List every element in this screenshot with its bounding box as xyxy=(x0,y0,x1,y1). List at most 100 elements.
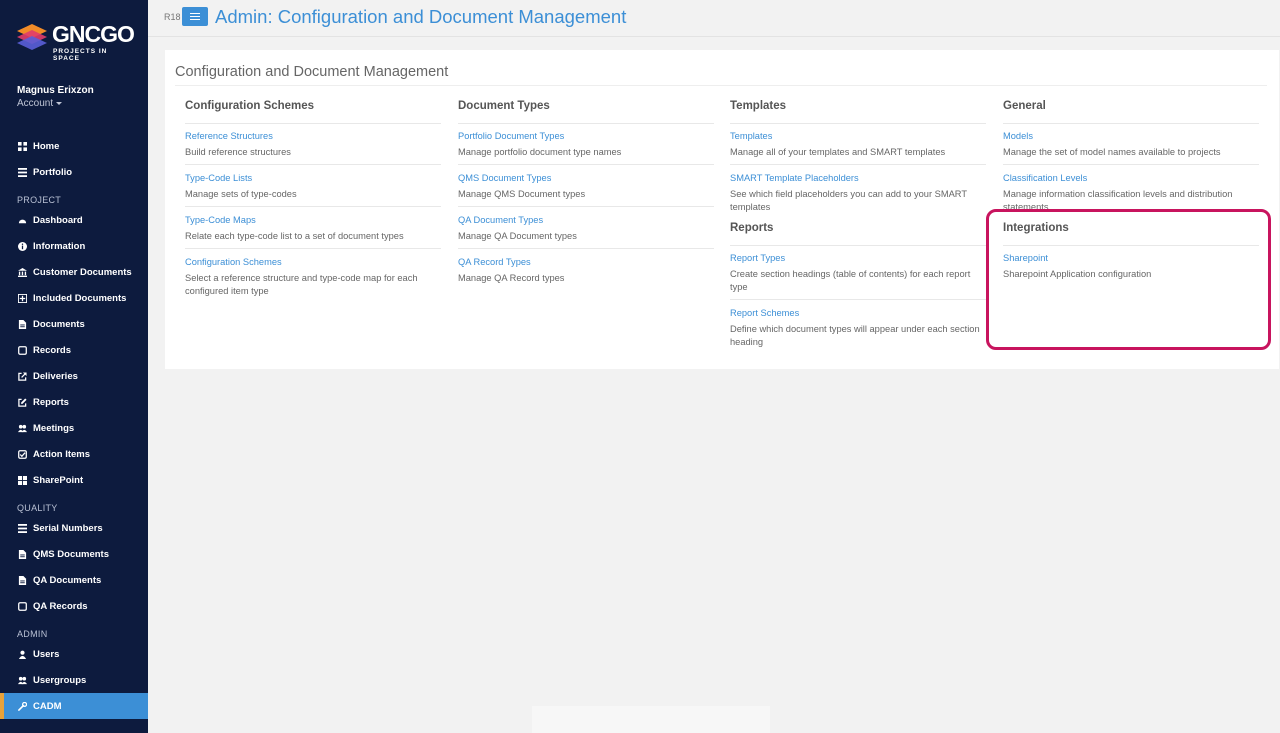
entry-divider xyxy=(1003,164,1259,165)
nav-home[interactable]: Home xyxy=(0,133,148,159)
desc-qms-document-types: Manage QMS Document types xyxy=(458,189,586,199)
entry-divider xyxy=(730,299,986,300)
integrations-highlight-box xyxy=(986,209,1271,350)
desc-qa-record-types: Manage QA Record types xyxy=(458,273,565,283)
nav-action-items-label: Action Items xyxy=(33,448,91,460)
section-divider xyxy=(730,123,986,124)
nav-records[interactable]: Records xyxy=(0,337,148,363)
link-classification-levels[interactable]: Classification Levels xyxy=(1003,173,1087,183)
entry-divider xyxy=(458,248,714,249)
nav-customer-documents[interactable]: Customer Documents xyxy=(0,259,148,285)
nav-documents[interactable]: Documents xyxy=(0,311,148,337)
link-qa-record-types[interactable]: QA Record Types xyxy=(458,257,531,267)
users-icon xyxy=(17,423,27,433)
nav-sharepoint-label: SharePoint xyxy=(33,474,84,486)
page-title: Admin: Configuration and Document Manage… xyxy=(215,6,627,27)
desc-qa-document-types: Manage QA Document types xyxy=(458,231,577,241)
bottom-overlay xyxy=(532,706,770,733)
nav-serial-numbers[interactable]: Serial Numbers xyxy=(0,515,148,541)
desc-type-code-maps: Relate each type-code list to a set of d… xyxy=(185,231,404,241)
link-report-schemes[interactable]: Report Schemes xyxy=(730,308,799,318)
nav-dashboard-label: Dashboard xyxy=(33,214,83,226)
nav-information[interactable]: Information xyxy=(0,233,148,259)
nav-users-label: Users xyxy=(33,648,60,660)
list-icon xyxy=(17,523,27,533)
sidebar: GNCGO PROJECTS IN SPACE Magnus Erixzon A… xyxy=(0,0,148,733)
plus-square-icon xyxy=(17,293,27,303)
caret-down-icon xyxy=(56,101,63,105)
nav-reports-label: Reports xyxy=(33,396,69,408)
account-label: Account xyxy=(17,98,54,109)
nav-customer-documents-label: Customer Documents xyxy=(33,266,132,278)
dashboard-icon xyxy=(17,215,27,225)
desc-configuration-schemes: Select a reference structure and type-co… xyxy=(185,273,418,296)
desc-portfolio-document-types: Manage portfolio document type names xyxy=(458,147,622,157)
desc-type-code-lists: Manage sets of type-codes xyxy=(185,189,297,199)
link-type-code-maps[interactable]: Type-Code Maps xyxy=(185,215,256,225)
nav-information-label: Information xyxy=(33,240,86,252)
nav-included-documents-label: Included Documents xyxy=(33,292,127,304)
nav-cadm[interactable]: CADM xyxy=(0,693,148,719)
entry-divider xyxy=(185,206,441,207)
section-divider xyxy=(458,123,714,124)
external-link-icon xyxy=(17,371,27,381)
logo-go: GO xyxy=(100,21,135,47)
nav-usergroups[interactable]: Usergroups xyxy=(0,667,148,693)
account-menu[interactable]: Account xyxy=(17,98,63,109)
nav-qms-documents-label: QMS Documents xyxy=(33,548,110,560)
nav-sharepoint[interactable]: SharePoint xyxy=(0,467,148,493)
link-smart-template-placeholders[interactable]: SMART Template Placeholders xyxy=(730,173,859,183)
section-quality-label: QUALITY xyxy=(17,503,58,513)
section-divider xyxy=(185,123,441,124)
nav-documents-label: Documents xyxy=(33,318,85,330)
gnc-go-logo[interactable]: GNCGO PROJECTS IN SPACE xyxy=(16,20,136,62)
check-square-icon xyxy=(17,449,27,459)
nav-portfolio[interactable]: Portfolio xyxy=(0,159,148,185)
heading-document-types: Document Types xyxy=(458,100,550,112)
section-divider xyxy=(730,245,986,246)
link-qa-document-types[interactable]: QA Document Types xyxy=(458,215,543,225)
nav-users[interactable]: Users xyxy=(0,641,148,667)
link-portfolio-document-types[interactable]: Portfolio Document Types xyxy=(458,131,564,141)
nav-portfolio-label: Portfolio xyxy=(33,166,73,178)
heading-general: General xyxy=(1003,100,1046,112)
nav-dashboard[interactable]: Dashboard xyxy=(0,207,148,233)
header-divider xyxy=(148,36,1280,37)
desc-report-types: Create section headings (table of conten… xyxy=(730,269,971,292)
link-report-types[interactable]: Report Types xyxy=(730,253,785,263)
link-configuration-schemes[interactable]: Configuration Schemes xyxy=(185,257,282,267)
link-qms-document-types[interactable]: QMS Document Types xyxy=(458,173,551,183)
nav-qa-documents[interactable]: QA Documents xyxy=(0,567,148,593)
nav-records-label: Records xyxy=(33,344,72,356)
nav-meetings-label: Meetings xyxy=(33,422,75,434)
nav-meetings[interactable]: Meetings xyxy=(0,415,148,441)
link-models[interactable]: Models xyxy=(1003,131,1033,141)
nav-usergroups-label: Usergroups xyxy=(33,674,87,686)
panel-divider xyxy=(175,85,1267,86)
nav-action-items[interactable]: Action Items xyxy=(0,441,148,467)
nav-included-documents[interactable]: Included Documents xyxy=(0,285,148,311)
nav-home-label: Home xyxy=(33,140,60,152)
nav-deliveries[interactable]: Deliveries xyxy=(0,363,148,389)
entry-divider xyxy=(730,164,986,165)
nav-cadm-label: CADM xyxy=(33,700,62,712)
link-templates[interactable]: Templates xyxy=(730,131,772,141)
grid-icon xyxy=(17,141,27,151)
section-divider xyxy=(1003,123,1259,124)
link-type-code-lists[interactable]: Type-Code Lists xyxy=(185,173,252,183)
heading-reports: Reports xyxy=(730,222,774,234)
entry-divider xyxy=(458,164,714,165)
user-icon xyxy=(17,649,27,659)
release-label: R18 xyxy=(164,12,181,22)
nav-qa-records[interactable]: QA Records xyxy=(0,593,148,619)
entry-divider xyxy=(458,206,714,207)
menu-toggle-button[interactable] xyxy=(182,7,208,26)
nav-qms-documents[interactable]: QMS Documents xyxy=(0,541,148,567)
nav-qa-records-label: QA Records xyxy=(33,600,88,612)
logo-tagline: PROJECTS IN SPACE xyxy=(53,48,108,62)
section-admin-label: ADMIN xyxy=(17,629,48,639)
nav-reports[interactable]: Reports xyxy=(0,389,148,415)
link-reference-structures[interactable]: Reference Structures xyxy=(185,131,273,141)
user-name: Magnus Erixzon xyxy=(17,85,94,96)
heading-templates: Templates xyxy=(730,100,787,112)
